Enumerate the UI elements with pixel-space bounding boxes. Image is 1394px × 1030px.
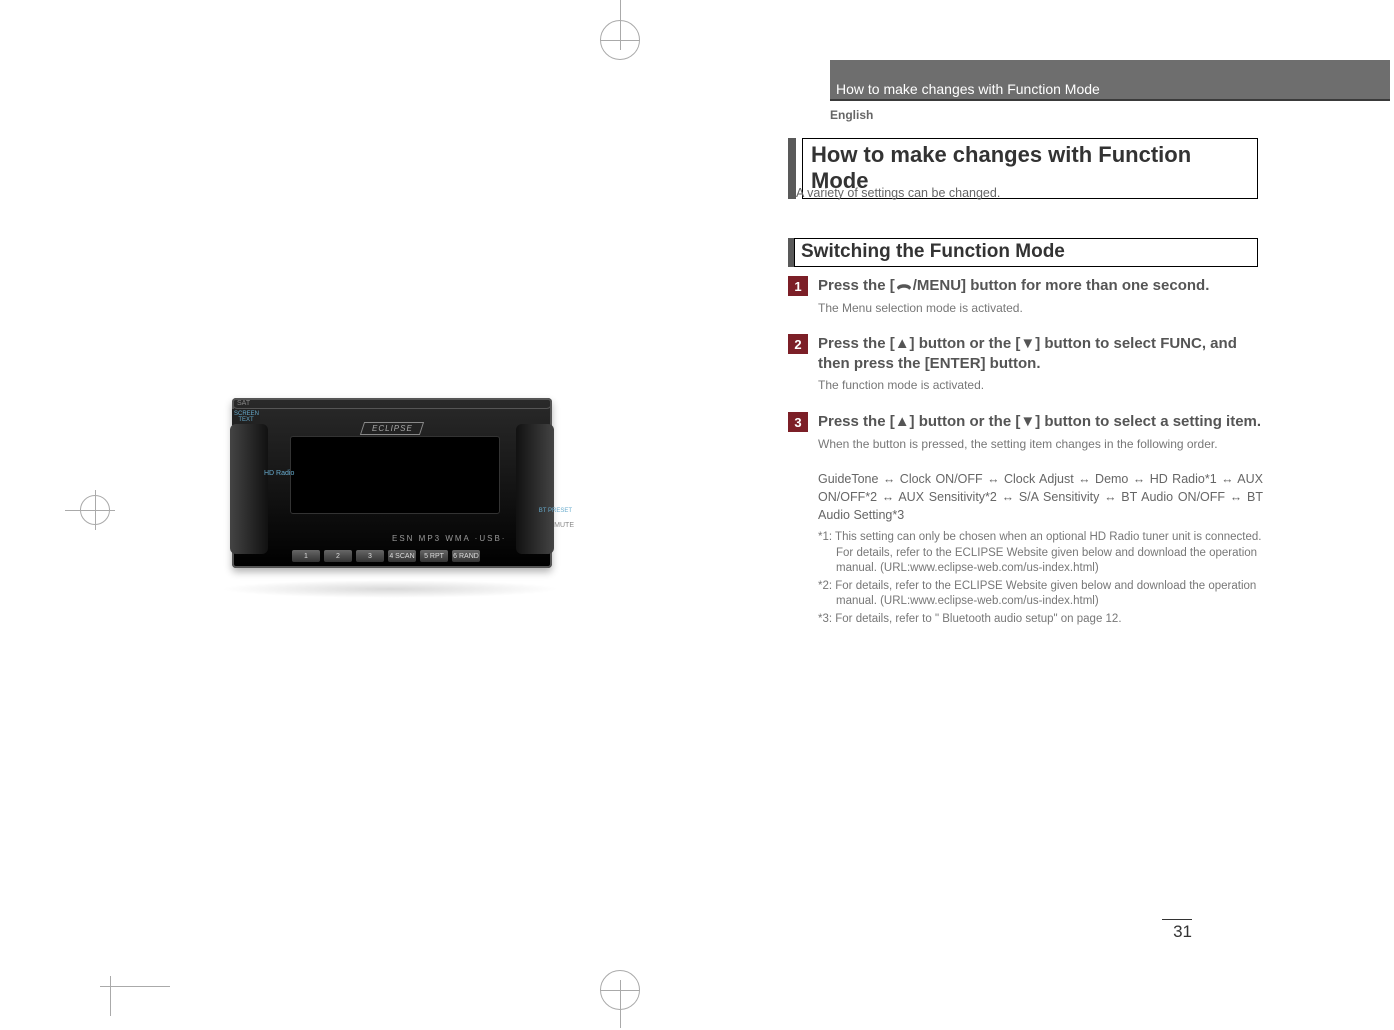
step-number: 3 <box>788 412 808 432</box>
step-number: 2 <box>788 334 808 354</box>
hd-radio-label: HD Radio <box>264 470 294 477</box>
step-heading: Press the [▲] button or the [▼] button t… <box>818 334 1263 373</box>
brand-logo: ECLIPSE <box>360 422 424 435</box>
preset-buttons: 1 2 3 4 SCAN 5 RPT 6 RAND <box>292 550 480 562</box>
preset-button: 5 RPT <box>420 550 448 562</box>
language-label: English <box>830 108 873 122</box>
step-number: 1 <box>788 276 808 296</box>
step-heading: Press the [ /MENU] button for more than o… <box>818 276 1263 296</box>
step-sub: The Menu selection mode is activated. <box>818 300 1263 316</box>
intro-text: A variety of settings can be changed. <box>796 186 1000 200</box>
preset-button: 6 RAND <box>452 550 480 562</box>
page-number: 31 <box>1162 919 1192 942</box>
section-title: Switching the Function Mode <box>794 238 1258 267</box>
footnote-2: *2: For details, refer to the ECLIPSE We… <box>818 579 1263 610</box>
volume-knob-left <box>230 424 268 554</box>
step-3: 3 Press the [▲] button or the [▼] button… <box>788 412 1263 627</box>
preset-button: 2 <box>324 550 352 562</box>
heading-pre: Press the [ <box>818 277 895 294</box>
step-heading: Press the [▲] button or the [▼] button t… <box>818 412 1263 432</box>
tune-knob-right <box>516 424 554 554</box>
heading-post: /MENU] button for more than one second. <box>913 277 1210 294</box>
phone-icon <box>895 279 913 292</box>
mute-label: MUTE <box>554 522 574 529</box>
section-title-wrap: Switching the Function Mode <box>788 238 1258 267</box>
footnote-1: *1: This setting can only be chosen when… <box>818 530 1263 577</box>
step-sub: The function mode is activated. <box>818 377 1263 393</box>
footnote-3: *3: For details, refer to " Bluetooth au… <box>818 612 1263 628</box>
preset-button: 3 <box>356 550 384 562</box>
preset-button: 4 SCAN <box>388 550 416 562</box>
screen-text-button: SCREEN TEXT <box>232 409 260 425</box>
header-bar: How to make changes with Function Mode <box>830 60 1390 100</box>
breadcrumb: How to make changes with Function Mode <box>836 81 1100 97</box>
sat-label: SAT <box>232 398 552 409</box>
setting-cycle: GuideTone ↔ Clock ON/OFF ↔ Clock Adjust … <box>818 470 1263 524</box>
step-1: 1 Press the [ /MENU] button for more than… <box>788 276 1263 316</box>
footnotes: *1: This setting can only be chosen when… <box>818 530 1263 627</box>
format-labels: ESN MP3 WMA ·USB· <box>392 534 506 543</box>
step-sub: When the button is pressed, the setting … <box>818 436 1263 452</box>
bt-preset-label: BT PRESET <box>539 508 572 514</box>
preset-button: 1 <box>292 550 320 562</box>
lcd-screen <box>290 436 500 514</box>
step-2: 2 Press the [▲] button or the [▼] button… <box>788 334 1263 393</box>
device-image: ECLIPSE CD5030 HD Radio SAT SCREEN TEXT … <box>210 390 570 600</box>
